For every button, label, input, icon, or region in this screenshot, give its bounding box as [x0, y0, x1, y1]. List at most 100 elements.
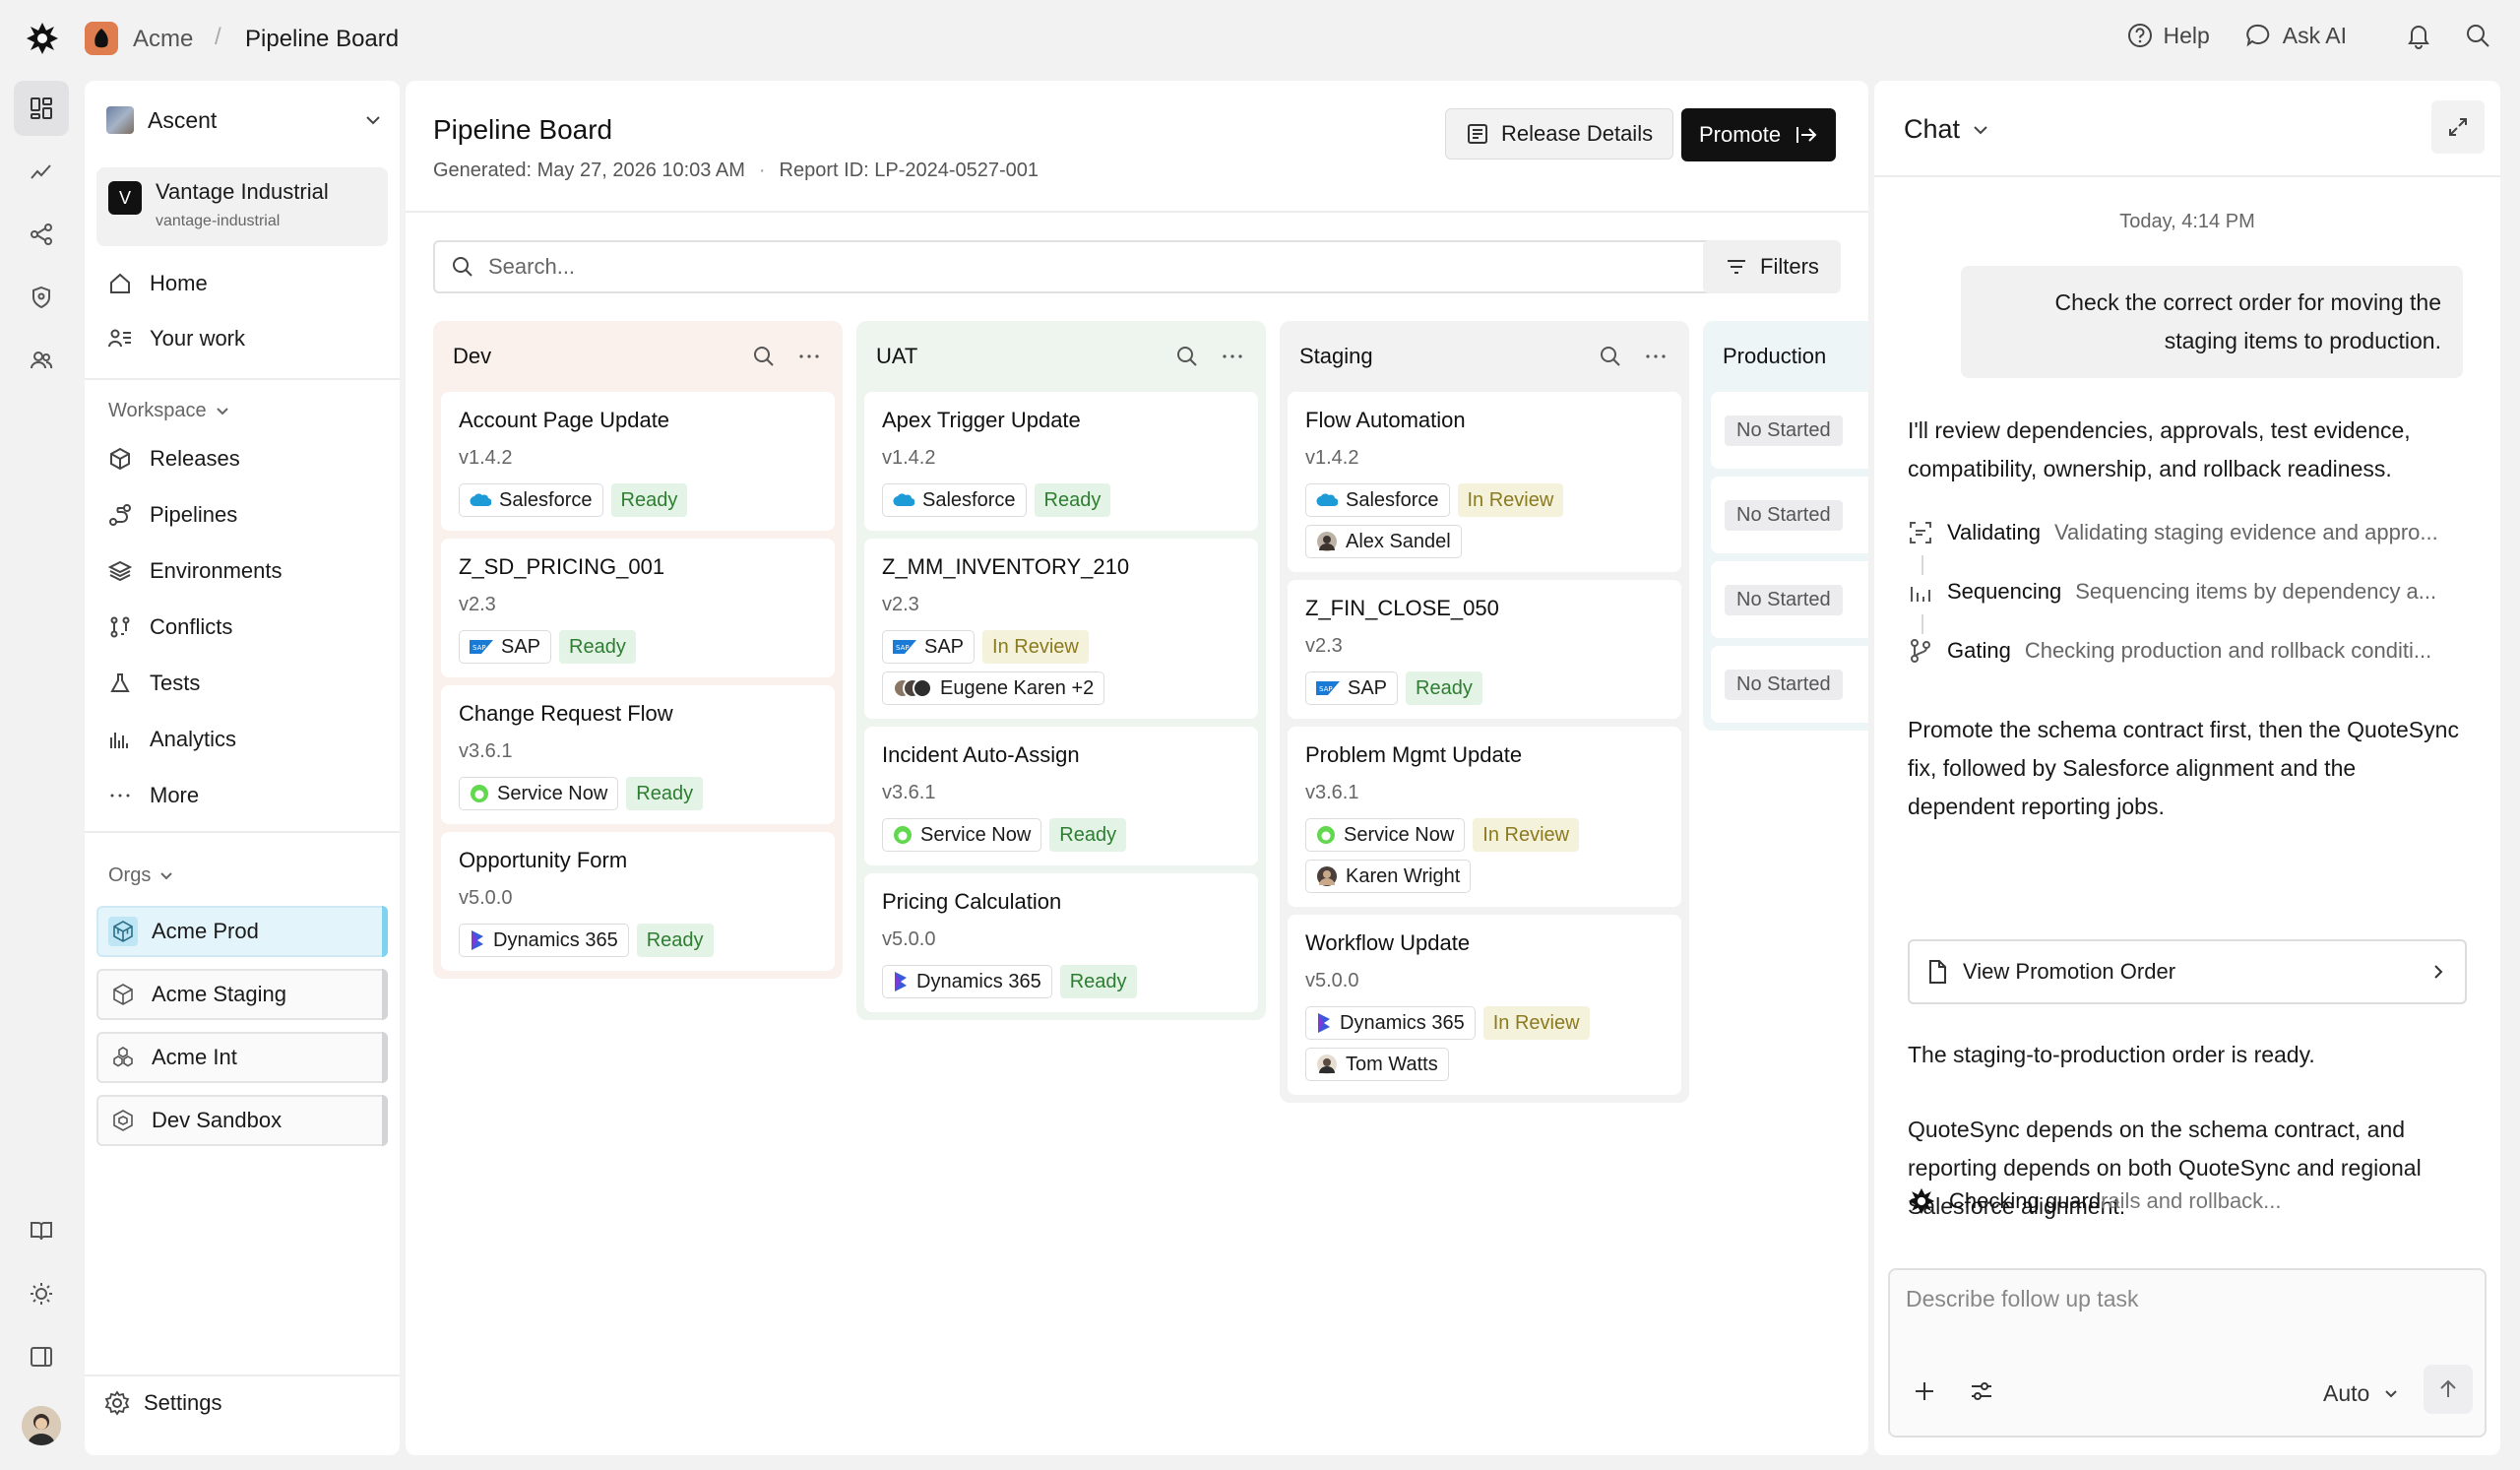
- step-sequencing[interactable]: Sequencing Sequencing items by dependenc…: [1908, 579, 2469, 605]
- platform-name: Salesforce: [922, 488, 1016, 511]
- step-gating[interactable]: Gating Checking production and rollback …: [1908, 638, 2469, 664]
- rail-security-button[interactable]: [14, 270, 69, 325]
- board-card[interactable]: Pricing Calculation v5.0.0 Dynamics 365 …: [864, 873, 1258, 1012]
- guardrail-status: Checking guardrails and rollback...: [1908, 1187, 2282, 1215]
- workspace-name: Ascent: [148, 106, 218, 133]
- nav-your-work[interactable]: Your work: [106, 319, 245, 358]
- assignee-tag[interactable]: Eugene Karen +2: [882, 671, 1105, 705]
- step-validating[interactable]: Validating Validating staging evidence a…: [1908, 520, 2469, 545]
- chat-timestamp: Today, 4:14 PM: [2119, 211, 2255, 232]
- platform-tag: SAP SAP: [1305, 671, 1399, 705]
- nav-pipelines[interactable]: Pipelines: [106, 495, 237, 535]
- filters-label: Filters: [1760, 254, 1819, 279]
- guardrail-text-a: Checking guard: [1949, 1188, 2102, 1213]
- rail-share-button[interactable]: [14, 207, 69, 262]
- org-indicator: [382, 1032, 388, 1083]
- filters-button[interactable]: Filters: [1703, 240, 1841, 293]
- platform-tag: SAP SAP: [882, 630, 976, 664]
- release-details-button[interactable]: Release Details: [1445, 108, 1674, 160]
- step-connector: [1922, 555, 1923, 575]
- model-selector[interactable]: Auto: [2323, 1380, 2399, 1407]
- board-card[interactable]: Workflow Update v5.0.0 Dynamics 365 In R…: [1288, 915, 1681, 1095]
- org-acme-prod[interactable]: Acme Prod: [96, 906, 388, 957]
- salesforce-cloud-icon: [470, 493, 491, 507]
- card-version: v2.3: [459, 594, 496, 615]
- nav-home[interactable]: Home: [106, 264, 208, 303]
- workspace-section-toggle[interactable]: Workspace: [108, 400, 230, 422]
- more-horizontal-icon[interactable]: [1644, 345, 1668, 368]
- board-card[interactable]: Change Request Flow v3.6.1 Service Now R…: [441, 685, 835, 824]
- nav-conflicts[interactable]: Conflicts: [106, 607, 232, 647]
- workspace-selector[interactable]: Ascent: [106, 98, 382, 142]
- avatar-group-icon: [893, 678, 932, 698]
- board-card[interactable]: No Started: [1711, 646, 1868, 723]
- chevron-down-icon: [2385, 1389, 2398, 1397]
- card-version: v5.0.0: [1305, 970, 1359, 991]
- rail-analytics-button[interactable]: [14, 144, 69, 199]
- rail-docs-button[interactable]: [14, 1203, 69, 1258]
- org-acme-int[interactable]: Acme Int: [96, 1032, 388, 1083]
- platform-name: Dynamics 365: [1340, 1011, 1465, 1034]
- nav-tests[interactable]: Tests: [106, 664, 200, 703]
- nav-more[interactable]: More: [106, 776, 199, 815]
- board-card[interactable]: Flow Automation v1.4.2 Salesforce In Rev…: [1288, 392, 1681, 572]
- rail-users-button[interactable]: [14, 333, 69, 388]
- assignee-tag[interactable]: Tom Watts: [1305, 1048, 1449, 1081]
- org-avatar-icon[interactable]: [85, 22, 118, 55]
- board-card[interactable]: Z_SD_PRICING_001 v2.3 SAP SAP Ready: [441, 539, 835, 677]
- breadcrumb-page[interactable]: Pipeline Board: [245, 26, 399, 53]
- board-card[interactable]: Problem Mgmt Update v3.6.1 Service Now I…: [1288, 727, 1681, 907]
- board-card[interactable]: Opportunity Form v5.0.0 Dynamics 365 Rea…: [441, 832, 835, 971]
- board-card[interactable]: Apex Trigger Update v1.4.2 Salesforce Re…: [864, 392, 1258, 531]
- orgs-section-toggle[interactable]: Orgs: [108, 864, 174, 887]
- card-version: v5.0.0: [882, 928, 936, 950]
- board-card[interactable]: Incident Auto-Assign v3.6.1 Service Now …: [864, 727, 1258, 865]
- app-logo-icon[interactable]: [26, 22, 59, 55]
- search-icon[interactable]: [1175, 345, 1199, 368]
- nav-analytics[interactable]: Analytics: [106, 720, 236, 759]
- assignee-tag[interactable]: Alex Sandel: [1305, 525, 1462, 558]
- nav-tests-label: Tests: [150, 671, 201, 695]
- rail-panel-button[interactable]: [14, 1329, 69, 1384]
- send-button[interactable]: [2424, 1365, 2473, 1414]
- board-card[interactable]: Z_FIN_CLOSE_050 v2.3 SAP SAP Ready: [1288, 580, 1681, 719]
- more-horizontal-icon[interactable]: [1221, 345, 1244, 368]
- rail-theme-button[interactable]: [14, 1266, 69, 1321]
- assignee-tag[interactable]: Karen Wright: [1305, 860, 1472, 893]
- settings-button[interactable]: Settings: [104, 1390, 222, 1416]
- search-icon[interactable]: [1599, 345, 1622, 368]
- breadcrumb-org[interactable]: Acme: [133, 26, 193, 53]
- plus-icon[interactable]: [1912, 1378, 1937, 1404]
- pipeline-icon: [109, 504, 131, 526]
- ask-ai-button[interactable]: Ask AI: [2245, 23, 2347, 49]
- nav-environments[interactable]: Environments: [106, 551, 283, 591]
- board-search[interactable]: Search...: [433, 240, 1725, 293]
- nav-releases[interactable]: Releases: [106, 439, 240, 479]
- chat-title-dropdown[interactable]: Chat: [1904, 114, 1989, 145]
- board-card[interactable]: No Started: [1711, 392, 1868, 469]
- search-icon[interactable]: [752, 345, 776, 368]
- follow-up-input[interactable]: [1906, 1286, 2467, 1325]
- rail-board-button[interactable]: [14, 81, 69, 136]
- sliders-icon[interactable]: [1969, 1378, 1994, 1404]
- org-acme-staging-label: Acme Staging: [152, 982, 286, 1006]
- git-branch-icon: [1911, 639, 1930, 663]
- sap-icon: SAP: [1316, 681, 1340, 695]
- board-card[interactable]: Account Page Update v1.4.2 Salesforce Re…: [441, 392, 835, 531]
- cube-icon: [113, 984, 133, 1005]
- help-button[interactable]: Help: [2127, 23, 2210, 49]
- board-card[interactable]: No Started: [1711, 477, 1868, 553]
- search-icon[interactable]: [2465, 23, 2490, 48]
- expand-chat-button[interactable]: [2431, 100, 2485, 154]
- org-acme-staging[interactable]: Acme Staging: [96, 969, 388, 1020]
- board-card[interactable]: No Started: [1711, 561, 1868, 638]
- promote-button[interactable]: Promote: [1681, 108, 1837, 161]
- org-dev-sandbox[interactable]: Dev Sandbox: [96, 1095, 388, 1146]
- more-horizontal-icon[interactable]: [797, 345, 821, 368]
- user-avatar[interactable]: [22, 1406, 61, 1445]
- current-org-card[interactable]: V Vantage Industrial vantage-industrial: [96, 167, 388, 246]
- board-card[interactable]: Z_MM_INVENTORY_210 v2.3 SAP SAP In Review…: [864, 539, 1258, 719]
- bell-icon[interactable]: [2406, 22, 2431, 49]
- view-promotion-order-button[interactable]: View Promotion Order: [1908, 939, 2467, 1004]
- platform-name: SAP: [1348, 676, 1388, 699]
